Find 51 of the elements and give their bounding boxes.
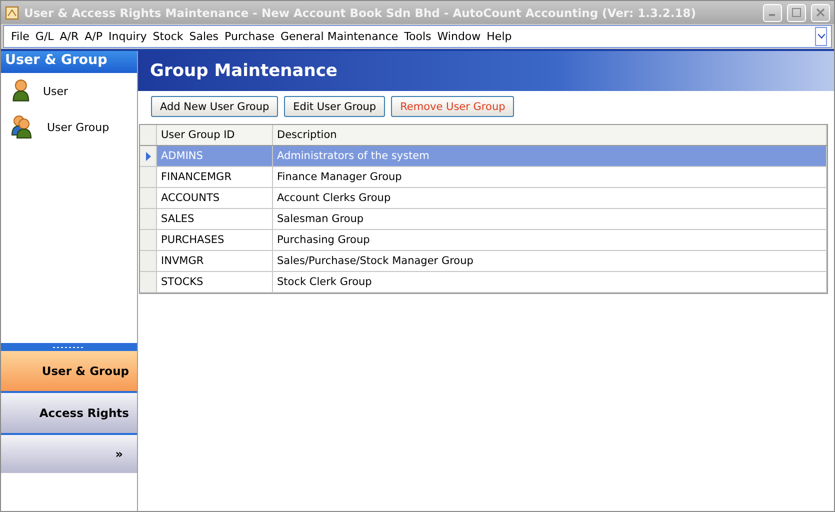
sidebar-item[interactable]: User Group [1,109,137,145]
menu-item[interactable]: General Maintenance [277,30,402,43]
table-cell: Account Clerks Group [273,188,827,208]
sidebar-title: User & Group [1,51,137,73]
menu-item[interactable]: File [8,30,32,43]
table-cell: ACCOUNTS [157,188,273,208]
menu-item[interactable]: G/L [32,30,57,43]
table-cell: Salesman Group [273,209,827,229]
table-cell: SALES [157,209,273,229]
table-cell: FINANCEMGR [157,167,273,187]
table-cell: Administrators of the system [273,146,827,166]
toolbar-button[interactable]: Add New User Group [151,96,278,117]
splitter-grip[interactable] [1,343,137,351]
table-cell: Purchasing Group [273,230,827,250]
menu-item[interactable]: Tools [401,30,434,43]
table-cell: Sales/Purchase/Stock Manager Group [273,251,827,271]
menu-item[interactable]: Inquiry [106,30,150,43]
more-button[interactable]: » [1,435,137,473]
row-pointer-icon [146,152,150,160]
page-title: Group Maintenance [150,61,338,81]
menu-item[interactable]: Purchase [222,30,278,43]
chevron-down-icon [818,34,824,39]
menu-item[interactable]: A/P [82,30,106,43]
minimize-button[interactable] [763,4,782,22]
table-cell: Finance Manager Group [273,167,827,187]
maximize-button[interactable] [787,4,806,22]
table-cell: INVMGR [157,251,273,271]
close-button[interactable] [811,4,830,22]
toolbar-button[interactable]: Remove User Group [391,96,514,117]
close-icon [816,8,825,17]
nav-button[interactable]: Access Rights [1,393,137,435]
menu-dropdown-button[interactable] [815,27,827,46]
nav-button[interactable]: User & Group [1,351,137,393]
menu-item[interactable]: Help [484,30,515,43]
table-cell: STOCKS [157,272,273,292]
sidebar-item[interactable]: User [1,73,137,109]
table-cell: Stock Clerk Group [273,272,827,292]
maximize-icon [792,8,801,17]
row-header[interactable] [140,146,157,166]
menu-item[interactable]: Sales [186,30,222,43]
grip-dots-icon [53,346,85,348]
menu-item[interactable]: Window [434,30,484,43]
table-cell: PURCHASES [157,230,273,250]
column-header[interactable]: User Group ID [157,125,273,145]
app-icon [5,6,19,20]
menu-item[interactable]: A/R [56,30,82,43]
table-cell: ADMINS [157,146,273,166]
menu-item[interactable]: Stock [150,30,186,43]
column-header[interactable]: Description [273,125,827,145]
window-title: User & Access Rights Maintenance - New Account Book Sdn Bhd - AutoCount Accounting (Ver: 1.3.2.18) [24,6,698,20]
toolbar-button[interactable]: Edit User Group [284,96,386,117]
